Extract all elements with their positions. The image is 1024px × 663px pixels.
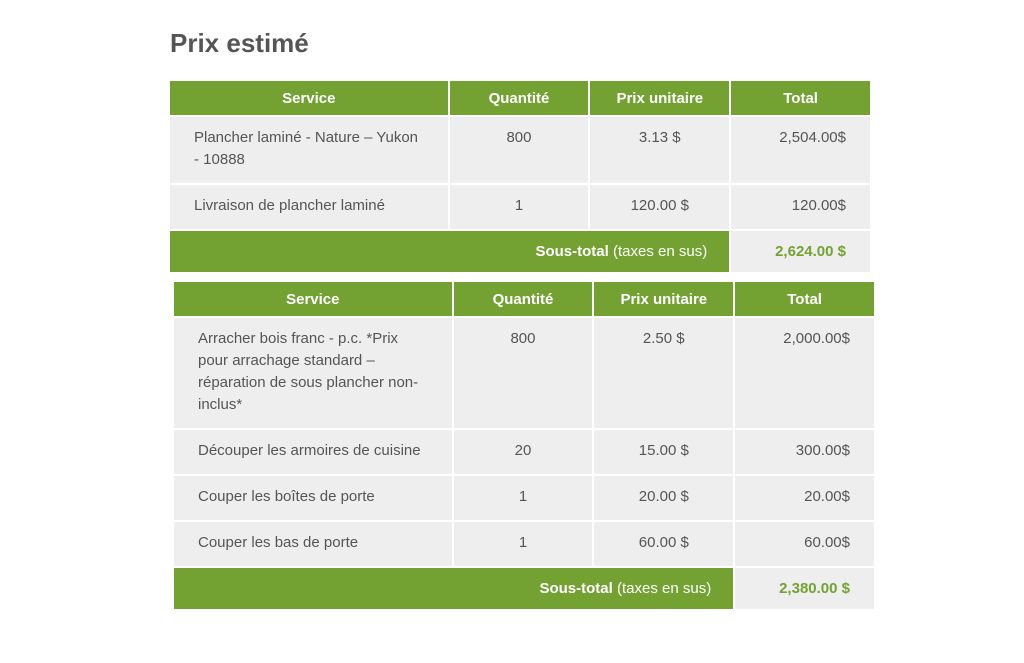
cell-unit-price: 120.00 $ [590, 185, 730, 229]
header-unit-price: Prix unitaire [594, 282, 734, 316]
cell-unit-price: 15.00 $ [594, 430, 734, 474]
cell-quantity: 1 [453, 476, 593, 520]
cell-total: 2,000.00$ [735, 318, 874, 428]
cell-service: Livraison de plancher laminé [170, 185, 448, 229]
cell-service: Couper les bas de porte [174, 522, 452, 566]
cell-unit-price: 3.13 $ [590, 117, 730, 183]
table-row: Couper les boîtes de porte 1 20.00 $ 20.… [174, 476, 874, 520]
header-total: Total [735, 282, 874, 316]
cell-quantity: 20 [453, 430, 593, 474]
cell-unit-price: 20.00 $ [594, 476, 734, 520]
table-row: Plancher laminé - Nature – Yukon - 10888… [170, 117, 870, 183]
subtotal-row: Sous-total (taxes en sus) 2,380.00 $ [174, 568, 874, 609]
page-title: Prix estimé [170, 28, 309, 58]
cell-service: Arracher bois franc - p.c. *Prix pour ar… [174, 318, 452, 428]
cell-service: Découper les armoires de cuisine [174, 430, 452, 474]
subtotal-title: Sous-total [539, 579, 613, 597]
header-quantity: Quantité [449, 81, 589, 115]
price-table-2: Service Quantité Prix unitaire Total Arr… [172, 280, 876, 611]
table-row: Couper les bas de porte 1 60.00 $ 60.00$ [174, 522, 874, 566]
cell-unit-price: 60.00 $ [594, 522, 734, 566]
cell-unit-price: 2.50 $ [594, 318, 734, 428]
cell-quantity: 1 [449, 185, 589, 229]
price-table-1: Service Quantité Prix unitaire Total Pla… [168, 79, 872, 274]
subtotal-note: (taxes en sus) [612, 579, 712, 597]
cell-quantity: 1 [453, 522, 593, 566]
cell-quantity: 800 [453, 318, 593, 428]
cell-quantity: 800 [449, 117, 589, 183]
header-quantity: Quantité [453, 282, 593, 316]
header-total: Total [731, 81, 870, 115]
header-unit-price: Prix unitaire [590, 81, 730, 115]
header-service: Service [174, 282, 452, 316]
table-row: Livraison de plancher laminé 1 120.00 $ … [170, 185, 870, 229]
cell-total: 2,504.00$ [731, 117, 870, 183]
table-row: Découper les armoires de cuisine 20 15.0… [174, 430, 874, 474]
cell-total: 60.00$ [735, 522, 874, 566]
subtotal-row: Sous-total (taxes en sus) 2,624.00 $ [170, 231, 870, 272]
cell-service: Plancher laminé - Nature – Yukon - 10888 [170, 117, 448, 183]
subtotal-note: (taxes en sus) [608, 242, 708, 260]
table-header-row: Service Quantité Prix unitaire Total [170, 81, 870, 115]
cell-total: 300.00$ [735, 430, 874, 474]
cell-total: 120.00$ [731, 185, 870, 229]
header-service: Service [170, 81, 448, 115]
estimate-page: Prix estimé Service Quantité Prix unitai… [0, 0, 1024, 663]
subtotal-value: 2,380.00 $ [735, 568, 874, 609]
subtotal-label: Sous-total (taxes en sus) [174, 568, 734, 609]
cell-service: Couper les boîtes de porte [174, 476, 452, 520]
subtotal-label: Sous-total (taxes en sus) [170, 231, 730, 272]
subtotal-title: Sous-total [535, 242, 609, 260]
table-row: Arracher bois franc - p.c. *Prix pour ar… [174, 318, 874, 428]
table-header-row: Service Quantité Prix unitaire Total [174, 282, 874, 316]
cell-total: 20.00$ [735, 476, 874, 520]
subtotal-value: 2,624.00 $ [731, 231, 870, 272]
